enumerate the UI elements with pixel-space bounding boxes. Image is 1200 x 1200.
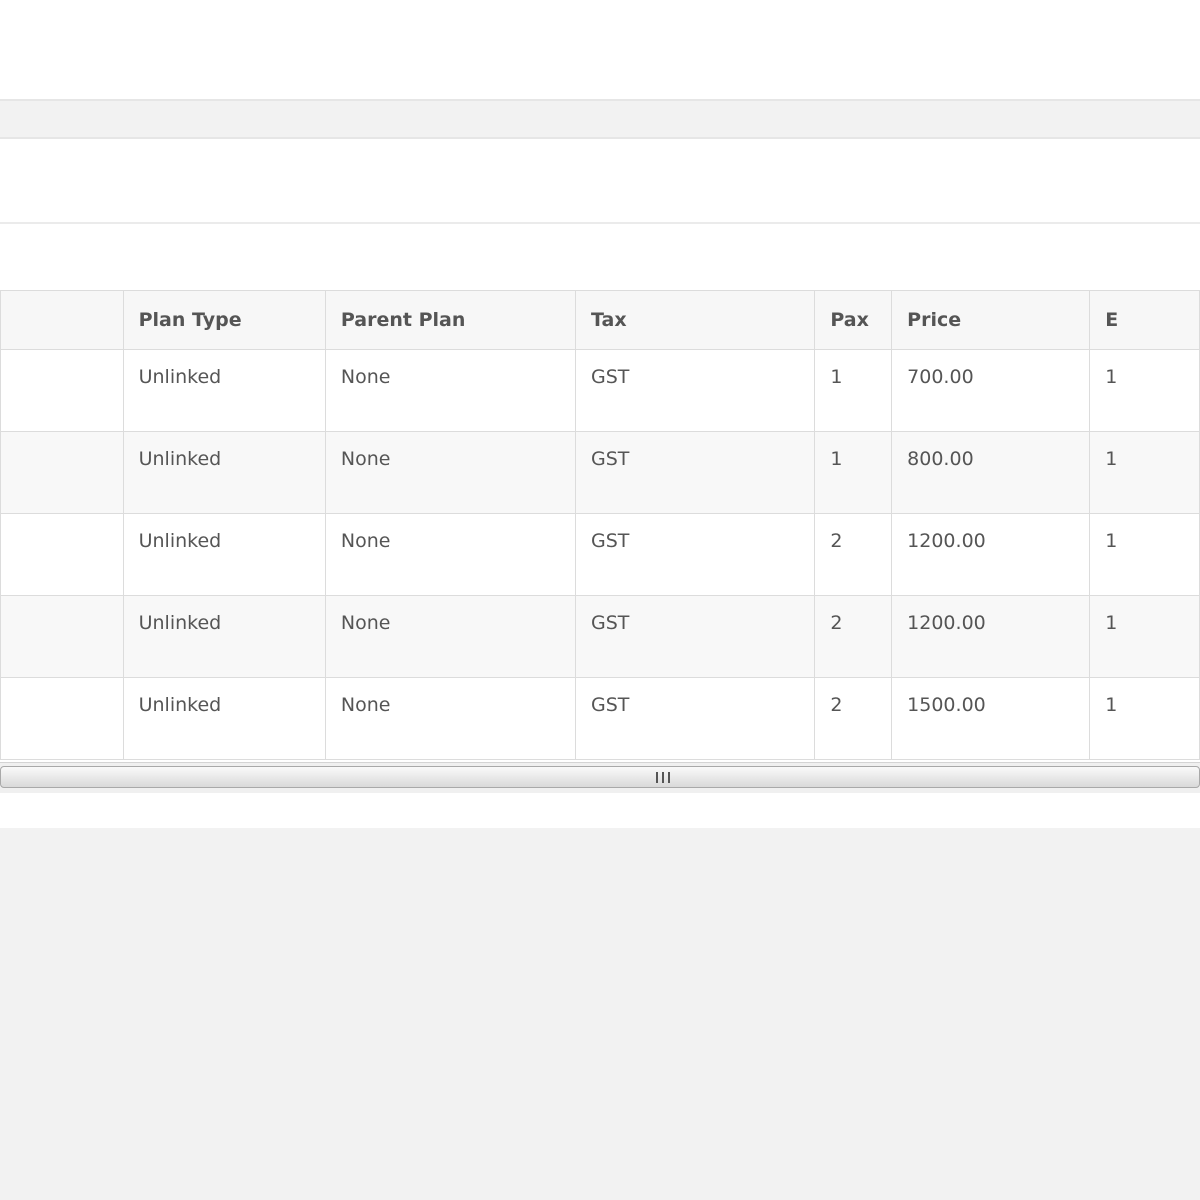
cell-tax: GST xyxy=(575,677,816,760)
table-row[interactable]: Unlinked None GST 1 700.00 1 xyxy=(0,349,1200,432)
column-header-pax[interactable]: Pax xyxy=(814,290,893,350)
cell-tax: GST xyxy=(575,349,816,432)
cell-pax: 2 xyxy=(814,677,893,760)
cell-first xyxy=(0,431,124,514)
cell-extra: 1 xyxy=(1089,677,1200,760)
cell-plan-type: Unlinked xyxy=(122,513,326,596)
cell-pax: 2 xyxy=(814,513,893,596)
cell-first xyxy=(0,349,124,432)
cell-first xyxy=(0,513,124,596)
cell-pax: 2 xyxy=(814,595,893,678)
cell-parent-plan: None xyxy=(324,431,577,514)
cell-first xyxy=(0,677,124,760)
cell-tax: GST xyxy=(575,513,816,596)
cell-price: 1200.00 xyxy=(891,595,1091,678)
cell-plan-type: Unlinked xyxy=(122,595,326,678)
cell-plan-type: Unlinked xyxy=(122,431,326,514)
cell-extra: 1 xyxy=(1089,595,1200,678)
table-row[interactable]: Unlinked None GST 2 1200.00 1 xyxy=(0,595,1200,678)
cell-extra: 1 xyxy=(1089,431,1200,514)
cell-pax: 1 xyxy=(814,431,893,514)
cell-price: 700.00 xyxy=(891,349,1091,432)
table-row[interactable]: Unlinked None GST 2 1500.00 1 xyxy=(0,677,1200,760)
column-header-price[interactable]: Price xyxy=(891,290,1091,350)
table-header-row: Plan Type Parent Plan Tax Pax Price E xyxy=(0,290,1200,350)
cell-parent-plan: None xyxy=(324,513,577,596)
cell-parent-plan: None xyxy=(324,349,577,432)
column-header-first[interactable] xyxy=(0,290,124,350)
cell-tax: GST xyxy=(575,431,816,514)
cell-parent-plan: None xyxy=(324,595,577,678)
plans-table-viewport: Plan Type Parent Plan Tax Pax Price E Un… xyxy=(0,290,1200,762)
cell-pax: 1 xyxy=(814,349,893,432)
cell-first xyxy=(0,595,124,678)
cell-plan-type: Unlinked xyxy=(122,349,326,432)
grip-lines-icon xyxy=(656,772,670,783)
cell-price: 1500.00 xyxy=(891,677,1091,760)
plans-table: Plan Type Parent Plan Tax Pax Price E Un… xyxy=(0,290,1200,760)
cell-price: 1200.00 xyxy=(891,513,1091,596)
column-header-plan-type[interactable]: Plan Type xyxy=(122,290,326,350)
column-header-tax[interactable]: Tax xyxy=(575,290,816,350)
column-header-parent-plan[interactable]: Parent Plan xyxy=(324,290,577,350)
toolbar-band xyxy=(0,99,1200,139)
cell-price: 800.00 xyxy=(891,431,1091,514)
page-content: Plan Type Parent Plan Tax Pax Price E Un… xyxy=(0,0,1200,828)
section-divider xyxy=(0,222,1200,224)
cell-plan-type: Unlinked xyxy=(122,677,326,760)
cell-parent-plan: None xyxy=(324,677,577,760)
cell-tax: GST xyxy=(575,595,816,678)
cell-extra: 1 xyxy=(1089,349,1200,432)
table-row[interactable]: Unlinked None GST 1 800.00 1 xyxy=(0,431,1200,514)
scrollbar-thumb[interactable] xyxy=(0,766,1200,788)
cell-extra: 1 xyxy=(1089,513,1200,596)
table-row[interactable]: Unlinked None GST 2 1200.00 1 xyxy=(0,513,1200,596)
column-header-e[interactable]: E xyxy=(1089,290,1200,350)
horizontal-scrollbar[interactable] xyxy=(0,762,1200,793)
